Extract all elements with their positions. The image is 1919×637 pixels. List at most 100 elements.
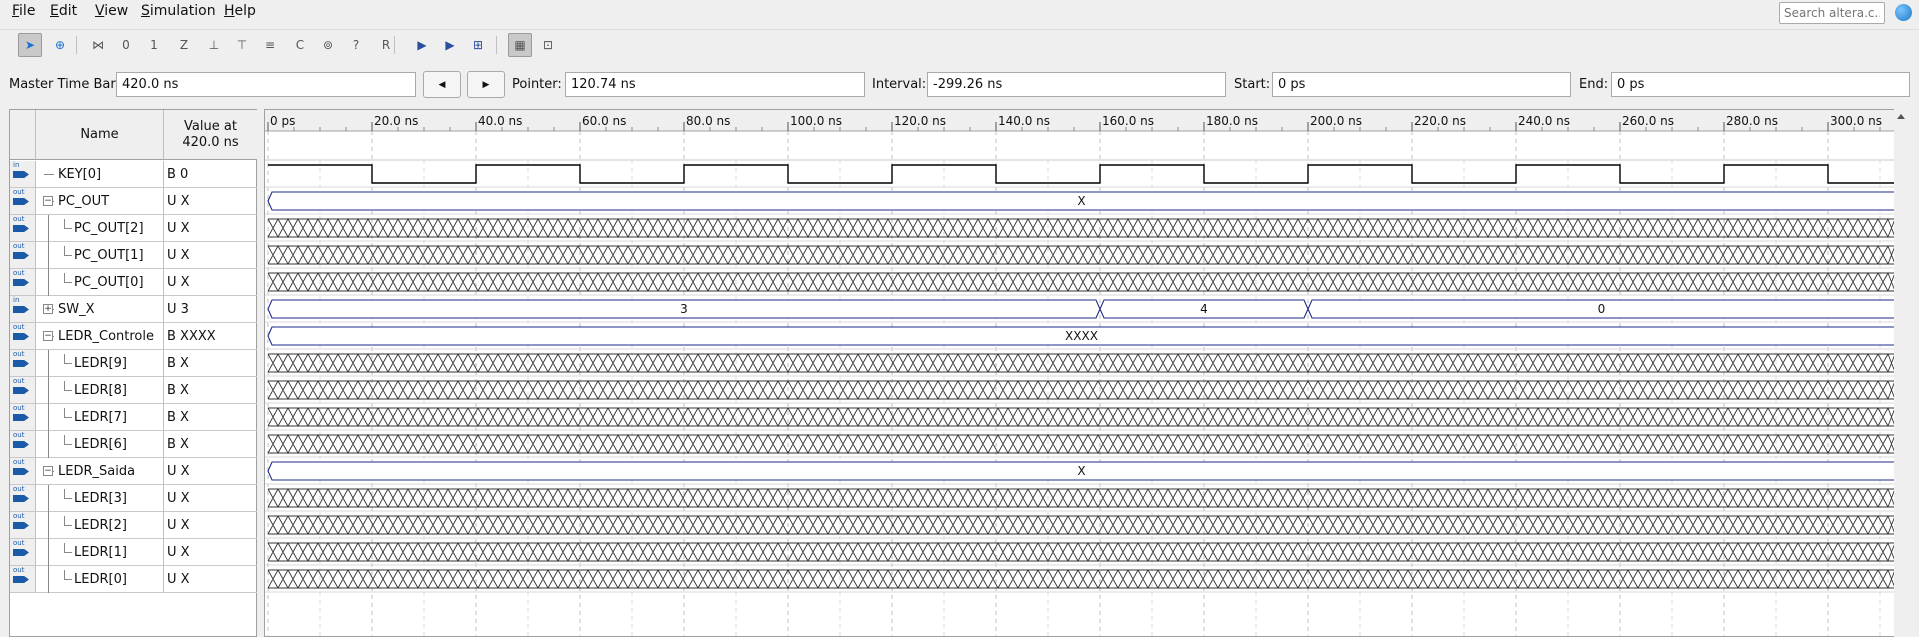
menu-help[interactable]: Help [224,3,256,19]
output-pin-icon: out [10,566,36,592]
signal-name: PC_OUT[1] [74,248,144,263]
signal-row[interactable]: in + SW_X U 3 [10,296,258,323]
tick-label: 240.0 ns [1518,114,1570,128]
pointer-label: Pointer: [512,77,562,92]
next-transition-button[interactable]: ▶ [467,71,505,98]
signal-value: U X [167,221,190,236]
arbitrary-value-icon[interactable]: ? [344,33,368,57]
snap-to-grid-icon[interactable]: ▦ [508,33,532,57]
waveform-canvas[interactable]: 0 ps 20.0 ns 40.0 ns 60.0 ns 80.0 ns 100.0 ns… [265,110,1908,637]
signal-names-panel: Name Value at 420.0 ns in KEY[0] B 0 out − PC_… [9,109,258,637]
signal-row[interactable]: out LEDR[9] B X [10,350,258,377]
menu-file[interactable]: File [12,3,35,19]
forcing-low-icon[interactable]: 0 [114,33,138,57]
globe-icon[interactable] [1895,4,1912,21]
signal-name: LEDR[8] [74,383,127,398]
signal-row[interactable]: out PC_OUT[0] U X [10,269,258,296]
menu-bar: File Edit View Simulation Help [0,0,1919,24]
signal-name: PC_OUT [58,194,110,209]
signal-name: LEDR[2] [74,518,127,533]
output-pin-icon: out [10,242,36,268]
run-functional-sim-icon[interactable]: ▶ [410,33,434,57]
collapse-group-icon[interactable]: − [43,466,53,476]
panel-splitter[interactable] [257,109,264,637]
signal-row[interactable]: out LEDR[3] U X [10,485,258,512]
signal-value: U X [167,275,190,290]
signal-row[interactable]: out LEDR[0] U X [10,566,258,593]
signal-name: LEDR[3] [74,491,127,506]
value-column-header[interactable]: Value at 420.0 ns [164,110,258,160]
arrow-left-icon: ◀ [438,79,446,90]
menu-simulation[interactable]: Simulation [141,3,216,19]
bus-value-label: XXXX [1065,329,1098,343]
tick-label: 40.0 ns [478,114,522,128]
bus-value-label: 0 [1598,302,1606,316]
signal-name: PC_OUT[0] [74,275,144,290]
signal-row[interactable]: out LEDR[8] B X [10,377,258,404]
menu-edit[interactable]: Edit [50,3,77,19]
unknown-waveform [267,407,1896,427]
collapse-group-icon[interactable]: − [43,196,53,206]
weak-high-icon[interactable]: ⊤ [230,33,254,57]
tick-label: 120.0 ns [894,114,946,128]
unknown-waveform [267,272,1896,292]
signal-row[interactable]: out − LEDR_Saida U X [10,458,258,485]
clock-value-icon[interactable]: ⊚ [316,33,340,57]
signal-row[interactable]: out LEDR[7] B X [10,404,258,431]
signal-row[interactable]: out − LEDR_Controle B XXXX [10,323,258,350]
scroll-up-icon[interactable] [1894,109,1908,123]
unknown-waveform [267,380,1896,400]
output-pin-icon: out [10,377,36,403]
signal-value: U X [167,518,190,533]
unknown-waveform [267,515,1896,535]
signal-row[interactable]: in KEY[0] B 0 [10,161,258,188]
signal-row[interactable]: out PC_OUT[1] U X [10,242,258,269]
search-input[interactable] [1779,2,1885,24]
signal-row[interactable]: out LEDR[1] U X [10,539,258,566]
signal-name: LEDR[0] [74,572,127,587]
signal-value: U X [167,545,190,560]
signal-value: B X [167,356,189,371]
previous-transition-button[interactable]: ◀ [423,71,461,98]
name-column-header[interactable]: Name [36,110,164,160]
signal-row[interactable]: out − PC_OUT U X [10,188,258,215]
signal-value: U X [167,464,190,479]
pointer-field[interactable]: 120.74 ns [565,72,865,97]
master-time-bar-field[interactable]: 420.0 ns [116,72,416,97]
tick-label: 140.0 ns [998,114,1050,128]
signal-row[interactable]: out PC_OUT[2] U X [10,215,258,242]
bus-value-label: X [1077,194,1085,208]
vertical-scrollbar[interactable] [1894,109,1908,637]
unknown-waveform [267,218,1896,238]
unknown-waveform [267,569,1896,589]
output-pin-icon: out [10,512,36,538]
forcing-high-icon[interactable]: 1 [142,33,166,57]
end-field[interactable]: 0 ps [1611,72,1910,97]
run-timing-sim-icon[interactable]: ▶ [438,33,462,57]
input-pin-icon: in [10,296,36,322]
zoom-icon[interactable]: ⊕ [48,33,72,57]
output-pin-icon: out [10,404,36,430]
arrow-right-icon: ▶ [482,79,490,90]
forcing-high-impedance-icon[interactable]: Z [172,33,196,57]
signal-row[interactable]: out LEDR[2] U X [10,512,258,539]
interval-field[interactable]: -299.26 ns [927,72,1226,97]
netlist-icon[interactable]: ⊞ [466,33,490,57]
invert-icon[interactable]: ≡ [258,33,282,57]
signal-name: PC_OUT[2] [74,221,144,236]
overwrite-icon[interactable]: ⊡ [536,33,560,57]
signal-value: B X [167,410,189,425]
signal-name: KEY[0] [58,167,102,182]
waveform-panel: 0 ps 20.0 ns 40.0 ns 60.0 ns 80.0 ns 100.0 ns… [264,109,1908,637]
select-pointer-icon[interactable]: ➤ [18,33,42,57]
toolbar: ➤ ⊕ ⋈ 0 1 Z ⊥ ⊤ ≡ C ⊚? R ▶ ▶ ⊞ ▦ ⊡ [0,29,1919,59]
output-pin-icon: out [10,431,36,457]
collapse-group-icon[interactable]: − [43,331,53,341]
expand-group-icon[interactable]: + [43,304,53,314]
weak-low-icon[interactable]: ⊥ [202,33,226,57]
count-value-icon[interactable]: C [288,33,312,57]
start-field[interactable]: 0 ps [1272,72,1571,97]
forcing-unknown-icon[interactable]: ⋈ [86,33,110,57]
signal-row[interactable]: out LEDR[6] B X [10,431,258,458]
menu-view[interactable]: View [95,3,128,19]
